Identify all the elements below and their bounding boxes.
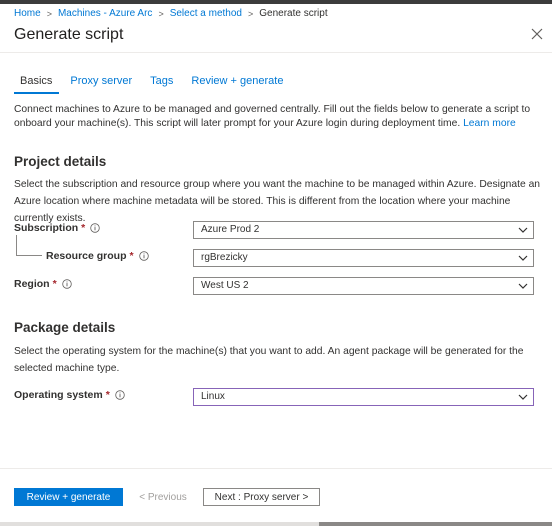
tab-tags[interactable]: Tags <box>143 75 180 94</box>
intro-description: Connect machines to Azure to be managed … <box>14 104 531 129</box>
resource-group-label-text: Resource group <box>46 250 127 262</box>
tab-basics[interactable]: Basics <box>14 75 60 94</box>
footer-divider <box>0 468 552 469</box>
page-title: Generate script <box>14 26 124 43</box>
package-details-heading: Package details <box>14 320 116 335</box>
region-label: Region * <box>14 278 72 290</box>
intro-text: Connect machines to Azure to be managed … <box>14 103 542 131</box>
required-marker: * <box>81 222 86 234</box>
chevron-down-icon <box>518 283 528 289</box>
breadcrumb-generate-script: Generate script <box>259 8 328 19</box>
previous-button: < Previous <box>139 491 187 503</box>
next-proxy-server-button[interactable]: Next : Proxy server > <box>203 488 320 506</box>
scrollbar-thumb[interactable] <box>319 522 552 526</box>
review-generate-button[interactable]: Review + generate <box>14 488 123 506</box>
resource-group-value: rgBrezicky <box>201 252 248 263</box>
info-icon[interactable] <box>61 279 72 289</box>
tab-bar: Basics Proxy server Tags Review + genera… <box>14 75 294 94</box>
subscription-select[interactable]: Azure Prod 2 <box>193 221 534 239</box>
subscription-value: Azure Prod 2 <box>201 224 260 235</box>
package-details-description: Select the operating system for the mach… <box>14 346 524 374</box>
region-value: West US 2 <box>201 280 249 291</box>
close-icon[interactable] <box>530 27 544 41</box>
chevron-down-icon <box>518 255 528 261</box>
required-marker: * <box>129 250 134 262</box>
operating-system-label-text: Operating system <box>14 389 103 401</box>
operating-system-label: Operating system * <box>14 389 125 401</box>
resource-group-label: Resource group * <box>46 250 149 262</box>
subscription-label-text: Subscription <box>14 222 79 234</box>
breadcrumb-separator: > <box>247 8 254 19</box>
info-icon[interactable] <box>115 390 125 400</box>
tab-review-generate[interactable]: Review + generate <box>184 75 290 94</box>
breadcrumb-separator: > <box>46 8 52 19</box>
top-bar <box>0 0 552 4</box>
breadcrumb-home[interactable]: Home <box>14 8 41 19</box>
learn-more-link[interactable]: Learn more <box>463 118 516 129</box>
resource-group-select[interactable]: rgBrezicky <box>193 249 534 267</box>
region-label-text: Region <box>14 278 50 290</box>
chevron-down-icon <box>518 394 528 400</box>
info-icon[interactable] <box>90 223 100 233</box>
required-marker: * <box>52 278 57 290</box>
operating-system-value: Linux <box>201 391 225 402</box>
info-icon[interactable] <box>138 251 149 261</box>
tree-connector <box>16 235 42 256</box>
required-marker: * <box>105 389 110 401</box>
breadcrumb-separator: > <box>158 8 164 19</box>
operating-system-select[interactable]: Linux <box>193 388 534 406</box>
breadcrumb-select-method[interactable]: Select a method <box>170 8 242 19</box>
project-details-description: Select the subscription and resource gro… <box>14 179 541 224</box>
subscription-label: Subscription * <box>14 222 100 234</box>
project-details-heading: Project details <box>14 154 107 169</box>
breadcrumb: Home > Machines - Azure Arc > Select a m… <box>14 8 328 19</box>
region-select[interactable]: West US 2 <box>193 277 534 295</box>
chevron-down-icon <box>518 227 528 233</box>
header-divider <box>0 52 552 53</box>
breadcrumb-machines-azure-arc[interactable]: Machines - Azure Arc <box>58 8 152 19</box>
tab-proxy-server[interactable]: Proxy server <box>63 75 139 94</box>
